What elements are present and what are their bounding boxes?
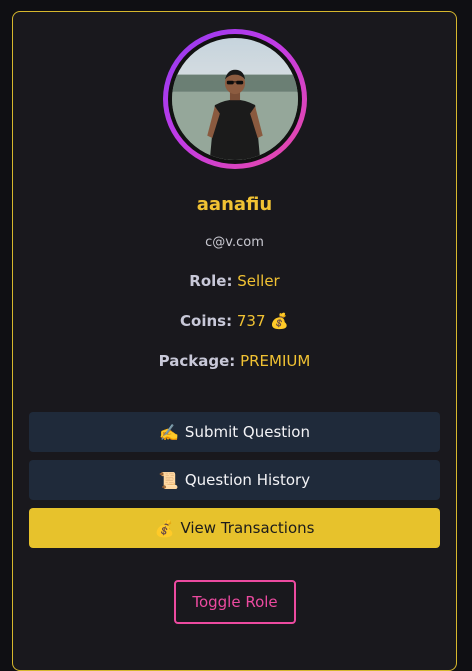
- username: aanafiu: [196, 194, 273, 215]
- coins-value: 737: [236, 312, 266, 330]
- scroll-icon: 📜: [158, 470, 179, 490]
- submit-question-button[interactable]: ✍️ Submit Question: [29, 412, 440, 452]
- coins-row: Coins: 737 💰: [13, 312, 456, 330]
- role-value: Seller: [237, 272, 280, 290]
- profile-card: aanafiu c@v.com Role: Seller Coins: 737 …: [12, 11, 457, 671]
- question-history-button[interactable]: 📜 Question History: [29, 460, 440, 500]
- submit-question-label: Submit Question: [184, 423, 310, 441]
- toggle-role-button[interactable]: Toggle Role: [174, 580, 296, 624]
- avatar: [163, 29, 307, 169]
- role-row: Role: Seller: [13, 272, 456, 290]
- coins-label: Coins:: [180, 312, 233, 330]
- role-label: Role:: [189, 272, 233, 290]
- money-bag-icon: 💰: [154, 518, 175, 538]
- avatar-photo: [172, 38, 298, 160]
- user-email: c@v.com: [205, 235, 264, 250]
- money-bag-icon: 💰: [270, 312, 289, 330]
- package-label: Package:: [158, 352, 236, 370]
- question-history-label: Question History: [184, 471, 311, 489]
- package-value: PREMIUM: [240, 352, 311, 370]
- package-row: Package: PREMIUM: [13, 352, 456, 370]
- view-transactions-button[interactable]: 💰 View Transactions: [29, 508, 440, 548]
- writing-hand-icon: ✍️: [159, 422, 179, 442]
- view-transactions-label: View Transactions: [180, 519, 315, 537]
